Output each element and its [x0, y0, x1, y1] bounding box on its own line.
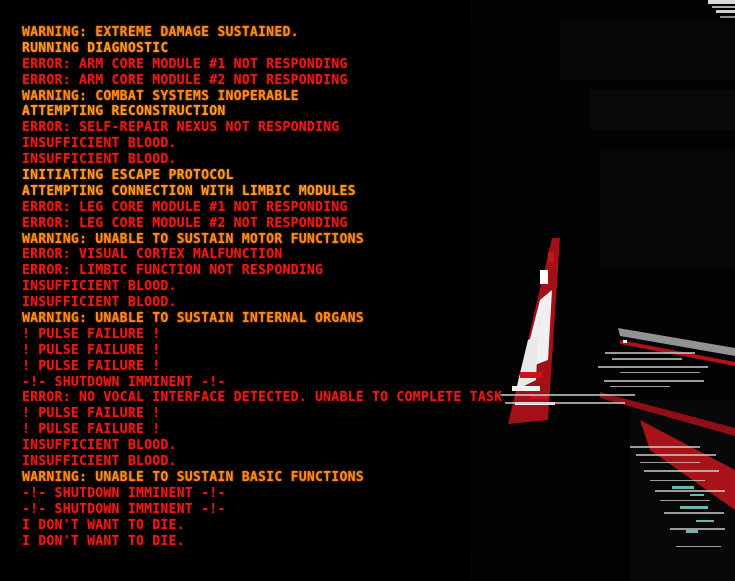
log-line-error: INSUFFICIENT BLOOD. — [22, 438, 503, 455]
log-line-error: ERROR: VISUAL CORTEX MALFUNCTION — [22, 247, 503, 264]
glitch-cursor-dot — [623, 340, 627, 343]
log-line-error: I DON'T WANT TO DIE. — [22, 517, 503, 534]
log-line-error: ERROR: ARM CORE MODULE #2 NOT RESPONDING — [22, 72, 503, 89]
log-line-error: ERROR: NO VOCAL INTERFACE DETECTED. UNAB… — [22, 390, 503, 407]
game-screen: WARNING: EXTREME DAMAGE SUSTAINED. RUNNIN… — [0, 0, 735, 581]
log-line-error: INSUFFICIENT BLOOD. — [22, 279, 503, 296]
log-line-error: ERROR: SELF-REPAIR NEXUS NOT RESPONDING — [22, 120, 503, 137]
log-line-status: ATTEMPTING CONNECTION WITH LIMBIC MODULE… — [22, 183, 503, 200]
log-line-error: -!- SHUTDOWN IMMINENT -!- — [22, 485, 503, 502]
log-line-warning: WARNING: UNABLE TO SUSTAIN INTERNAL ORGA… — [22, 311, 503, 327]
log-line-warning: WARNING: COMBAT SYSTEMS INOPERABLE — [22, 88, 503, 105]
log-line-error: INSUFFICIENT BLOOD. — [22, 454, 503, 470]
log-line-error: ERROR: LIMBIC FUNCTION NOT RESPONDING — [22, 263, 503, 280]
log-line-error: INSUFFICIENT BLOOD. — [22, 136, 503, 153]
log-line-error: ERROR: LEG CORE MODULE #1 NOT RESPONDING — [22, 199, 503, 216]
log-line-status: RUNNING DIAGNOSTIC — [22, 40, 503, 57]
log-line-error: ! PULSE FAILURE ! — [22, 342, 503, 359]
log-line-warning: WARNING: EXTREME DAMAGE SUSTAINED. — [22, 25, 503, 41]
log-line-error: INSUFFICIENT BLOOD. — [22, 295, 503, 312]
log-line-error: INSUFFICIENT BLOOD. — [22, 152, 503, 169]
log-line-error: -!- SHUTDOWN IMMINENT -!- — [22, 374, 503, 391]
log-line-status: ATTEMPTING RECONSTRUCTION — [22, 104, 503, 121]
log-line-error: ! PULSE FAILURE ! — [22, 422, 503, 439]
log-line-status: INITIATING ESCAPE PROTOCOL — [22, 168, 503, 184]
log-line-error: ! PULSE FAILURE ! — [22, 358, 503, 375]
log-line-error: -!- SHUTDOWN IMMINENT -!- — [22, 501, 503, 518]
log-line-error: ! PULSE FAILURE ! — [22, 406, 503, 423]
log-line-error: I DON'T WANT TO DIE. — [22, 533, 503, 550]
log-line-warning: WARNING: UNABLE TO SUSTAIN BASIC FUNCTIO… — [22, 469, 503, 486]
diagnostic-log: WARNING: EXTREME DAMAGE SUSTAINED. RUNNIN… — [22, 25, 503, 550]
log-line-error: ! PULSE FAILURE ! — [22, 326, 503, 343]
log-line-error: ERROR: LEG CORE MODULE #2 NOT RESPONDING — [22, 215, 503, 232]
log-line-error: ERROR: ARM CORE MODULE #1 NOT RESPONDING — [22, 56, 503, 73]
static-noise — [470, 0, 735, 581]
log-line-warning: WARNING: UNABLE TO SUSTAIN MOTOR FUNCTIO… — [22, 231, 503, 248]
